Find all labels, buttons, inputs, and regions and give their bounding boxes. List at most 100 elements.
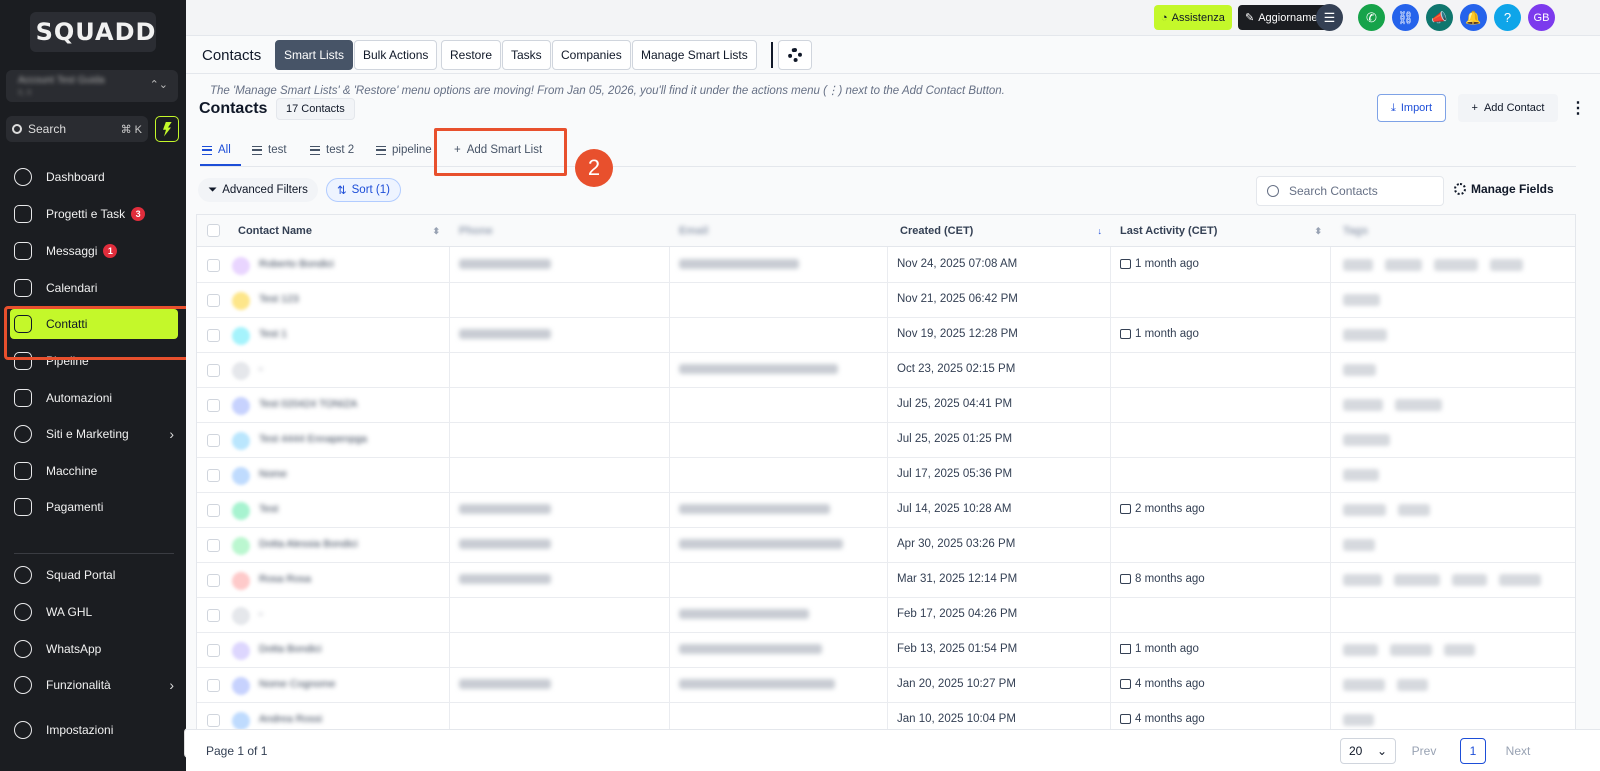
advanced-filters-button[interactable]: ⏷ Advanced Filters (198, 178, 318, 202)
table-row[interactable]: Nome Cognome Jan 20, 2025 10:27 PM 4 month… (197, 668, 1575, 703)
tag-chip[interactable] (1434, 259, 1478, 271)
sidebar-item-wa-ghl[interactable]: WA GHL (14, 597, 174, 627)
sidebar-item-automazioni[interactable]: Automazioni (14, 383, 174, 413)
table-row[interactable]: Dotta Bondici Feb 13, 2025 01:54 PM 1 mont… (197, 633, 1575, 668)
smart-tab-all[interactable]: All (202, 136, 231, 164)
sidebar-item-funzionalità[interactable]: Funzionalità › (14, 670, 174, 700)
help-button[interactable]: ? (1494, 4, 1521, 31)
sidebar-item-progetti-e-task[interactable]: Progetti e Task 3 (14, 199, 174, 229)
sidebar-item-whatsapp[interactable]: WhatsApp (14, 634, 174, 664)
sidebar-item-messaggi[interactable]: Messaggi 1 (14, 236, 174, 266)
contact-name[interactable]: Test 123 (259, 293, 299, 305)
tag-chip[interactable] (1444, 644, 1475, 656)
table-row[interactable]: Roberto Bondici Nov 24, 2025 07:08 AM 1 mo… (197, 248, 1575, 283)
sort-button[interactable]: ⇅ Sort (1) (326, 178, 401, 202)
row-checkbox[interactable] (207, 574, 220, 587)
tag-chip[interactable] (1343, 294, 1380, 306)
smart-tab-pipeline[interactable]: pipeline (376, 136, 432, 164)
contact-name[interactable]: Test 1 (259, 328, 287, 340)
tag-chip[interactable] (1398, 504, 1430, 516)
row-checkbox[interactable] (207, 679, 220, 692)
contact-name[interactable]: Dotta Bondici (259, 643, 321, 655)
tag-chip[interactable] (1394, 574, 1440, 586)
tab-tasks[interactable]: Tasks (502, 40, 551, 70)
header-phone[interactable]: Phone (459, 215, 669, 247)
contact-name[interactable]: Rosa Rosa (259, 573, 311, 585)
contact-name[interactable]: - (259, 608, 263, 620)
sidebar-search[interactable]: Search ⌘ K (6, 116, 148, 142)
contact-name[interactable]: - (259, 363, 263, 375)
tag-chip[interactable] (1390, 644, 1432, 656)
smart-tab-test[interactable]: test (252, 136, 287, 164)
tab-bulk-actions[interactable]: Bulk Actions (354, 40, 438, 70)
sidebar-item-impostazioni[interactable]: Impostazioni (14, 715, 174, 745)
next-page-button[interactable]: Next (1498, 738, 1538, 764)
table-row[interactable]: Test 4444 Ennapenpga Jul 25, 2025 01:25 P… (197, 423, 1575, 458)
row-checkbox[interactable] (207, 364, 220, 377)
row-checkbox[interactable] (207, 609, 220, 622)
tab-manage-smart-lists[interactable]: Manage Smart Lists (632, 40, 757, 70)
sidebar-item-pagamenti[interactable]: Pagamenti (14, 492, 174, 522)
row-checkbox[interactable] (207, 399, 220, 412)
per-page-select[interactable]: 20 ⌄ (1340, 738, 1396, 764)
sidebar-item-dashboard[interactable]: Dashboard (14, 162, 174, 192)
tag-chip[interactable] (1499, 574, 1541, 586)
current-page-button[interactable]: 1 (1460, 738, 1486, 764)
tag-chip[interactable] (1490, 259, 1523, 271)
tag-chip[interactable] (1343, 644, 1378, 656)
tag-chip[interactable] (1343, 434, 1390, 446)
contact-name[interactable]: Test 020424 TONIZA (259, 398, 357, 410)
notifications-bell-button[interactable]: 🔔 (1460, 4, 1487, 31)
quick-action-button[interactable] (155, 116, 179, 142)
smart-tab-test-2[interactable]: test 2 (310, 136, 354, 164)
phone-button[interactable]: ✆ (1358, 4, 1385, 31)
sidebar-item-calendari[interactable]: Calendari (14, 273, 174, 303)
tab-restore[interactable]: Restore (441, 40, 502, 70)
prev-page-button[interactable]: Prev (1406, 738, 1442, 764)
assistance-button[interactable]: ◔ Assistenza (1154, 5, 1232, 30)
tab-smart-lists[interactable]: Smart Lists (275, 40, 354, 70)
link-button[interactable]: ⛓ (1392, 4, 1419, 31)
settings-gear-button[interactable] (778, 40, 812, 70)
tag-chip[interactable] (1343, 259, 1373, 271)
actions-menu-icon[interactable]: ⋮ (1570, 98, 1586, 118)
tag-chip[interactable] (1343, 329, 1387, 341)
row-checkbox[interactable] (207, 294, 220, 307)
table-row[interactable]: - Oct 23, 2025 02:15 PM (197, 353, 1575, 388)
sidebar-item-squad-portal[interactable]: Squad Portal (14, 560, 174, 590)
sidebar-item-macchine[interactable]: Macchine (14, 456, 174, 486)
tag-chip[interactable] (1343, 679, 1385, 691)
tag-chip[interactable] (1385, 259, 1422, 271)
row-checkbox[interactable] (207, 434, 220, 447)
tag-chip[interactable] (1343, 364, 1376, 376)
tag-chip[interactable] (1343, 469, 1379, 481)
select-all-checkbox[interactable] (207, 224, 220, 237)
account-switcher[interactable]: Account Test Guida It, It ⌃⌄ (6, 70, 178, 102)
table-row[interactable]: Test 1 Nov 19, 2025 12:28 PM 1 month ago (197, 318, 1575, 353)
squadd-logo[interactable]: SQUADD (30, 12, 156, 52)
tag-chip[interactable] (1343, 399, 1383, 411)
table-row[interactable]: Test Jul 14, 2025 10:28 AM 2 months ago (197, 493, 1575, 528)
header-contact-name[interactable]: Contact Name ⬍ (238, 215, 448, 247)
tag-chip[interactable] (1395, 399, 1442, 411)
row-checkbox[interactable] (207, 469, 220, 482)
add-contact-button[interactable]: + Add Contact (1458, 94, 1558, 122)
row-checkbox[interactable] (207, 539, 220, 552)
tab-companies[interactable]: Companies (552, 40, 631, 70)
table-row[interactable]: - Feb 17, 2025 04:26 PM (197, 598, 1575, 633)
row-checkbox[interactable] (207, 714, 220, 727)
contact-name[interactable]: Test (259, 503, 278, 515)
row-checkbox[interactable] (207, 329, 220, 342)
megaphone-button[interactable]: 📣 (1426, 4, 1453, 31)
tasks-list-button[interactable]: ☰ (1316, 4, 1343, 31)
tag-chip[interactable] (1397, 679, 1428, 691)
row-checkbox[interactable] (207, 259, 220, 272)
tag-chip[interactable] (1343, 504, 1386, 516)
tag-chip[interactable] (1452, 574, 1487, 586)
table-row[interactable]: Test 123 Nov 21, 2025 06:42 PM (197, 283, 1575, 318)
import-button[interactable]: ⤓ Import (1377, 94, 1446, 122)
sidebar-item-siti-e-marketing[interactable]: Siti e Marketing › (14, 419, 174, 449)
header-created[interactable]: Created (CET) ↓ (900, 215, 1110, 247)
table-row[interactable]: Rosa Rosa Mar 31, 2025 12:14 PM 8 months a… (197, 563, 1575, 598)
table-row[interactable]: Nome Jul 17, 2025 05:36 PM (197, 458, 1575, 493)
